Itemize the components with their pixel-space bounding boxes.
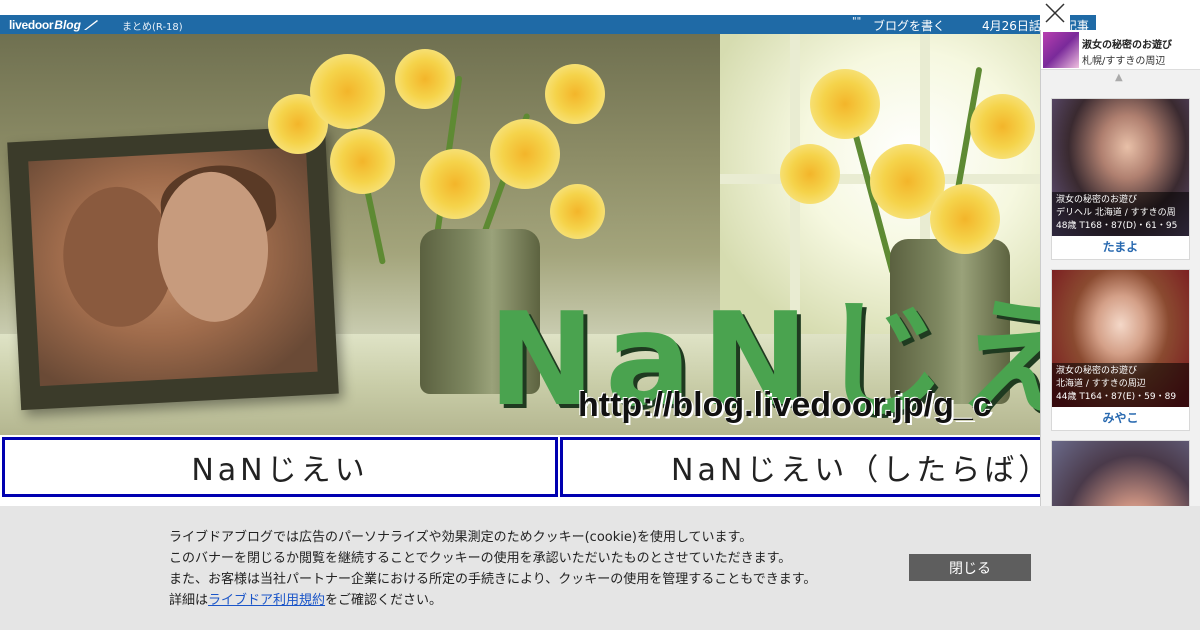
blog-header-banner[interactable]: NaNじえ http://blog.livedoor.jp/g_c xyxy=(0,34,1040,435)
daffodil xyxy=(490,119,560,189)
daffodil xyxy=(970,94,1035,159)
ad-card-shop: 淑女の秘密のお遊び xyxy=(1056,195,1138,205)
ad-card-photo xyxy=(1052,441,1189,506)
ad-shop-name: 淑女の秘密のお遊び xyxy=(1082,40,1172,51)
ad-card-stats: 44歳 T164・87(E)・59・89 xyxy=(1056,392,1177,402)
daffodil xyxy=(780,144,840,204)
write-blog-link[interactable]: ブログを書く xyxy=(873,17,945,34)
daffodil xyxy=(545,64,605,124)
livedoor-topbar: livedoor Blog まとめ(R-18) "" ブログを書く 4月26日話… xyxy=(0,15,1096,34)
cookie-details-prefix: 詳細は xyxy=(169,593,209,608)
ad-card-area: デリヘル 北海道 / すすきの周 xyxy=(1056,208,1176,218)
cookie-close-button[interactable]: 閉じる xyxy=(909,554,1031,581)
close-icon xyxy=(1045,3,1065,23)
matome-r18-link[interactable]: まとめ(R-18) xyxy=(122,18,183,33)
ad-card-area: 北海道 / すすきの周辺 xyxy=(1056,379,1146,389)
livedoor-blog-logo[interactable]: livedoor Blog xyxy=(9,16,99,33)
ad-card-shop: 淑女の秘密のお遊び xyxy=(1056,366,1138,376)
daffodil xyxy=(310,54,385,129)
ad-card-name[interactable]: みやこ xyxy=(1052,409,1189,426)
ad-card-info: 淑女の秘密のお遊び デリヘル 北海道 / すすきの周 48歳 T168・87(D… xyxy=(1052,192,1189,236)
ad-header[interactable]: 淑女の秘密のお遊び 札幌/すすきの周辺 xyxy=(1041,30,1200,70)
pen-icon xyxy=(83,19,98,30)
ad-area: 札幌/すすきの周辺 xyxy=(1082,56,1166,67)
ad-thumbnail xyxy=(1043,32,1079,68)
logo-sub: Blog xyxy=(54,17,81,32)
cookie-notice-text: ライブドアブログでは広告のパーソナライズや効果測定のためクッキー(cookie)… xyxy=(169,527,816,611)
blog-url: http://blog.livedoor.jp/g_c xyxy=(578,386,992,424)
link-label: NaNじえい（したらば） xyxy=(671,453,1053,488)
daffodil xyxy=(395,49,455,109)
cookie-line: ライブドアブログでは広告のパーソナライズや効果測定のためクッキー(cookie)… xyxy=(169,530,753,545)
cookie-line: このバナーを閉じるか閲覧を継続することでクッキーの使用を承認いただいたものとさせ… xyxy=(169,551,792,566)
ad-card-stats: 48歳 T168・87(D)・61・95 xyxy=(1056,221,1178,231)
ad-card-name[interactable]: たまよ xyxy=(1052,238,1189,255)
couple-photo xyxy=(28,146,318,387)
nanjei-link-box[interactable]: NaNじえい xyxy=(2,437,558,497)
cookie-line: 詳細はライブドア利用規約をご確認ください。 xyxy=(169,590,816,611)
daffodil xyxy=(810,69,880,139)
daffodil xyxy=(330,129,395,194)
ad-card[interactable]: 淑女の秘密のお遊び デリヘル 北海道 / すすきの周 48歳 T168・87(D… xyxy=(1051,98,1190,260)
ad-close-button[interactable] xyxy=(1040,0,1070,30)
cookie-consent-banner: ライブドアブログでは広告のパーソナライズや効果測定のためクッキー(cookie)… xyxy=(0,506,1200,630)
daffodil xyxy=(550,184,605,239)
photo-frame xyxy=(7,125,339,411)
daffodil xyxy=(930,184,1000,254)
logo-text: livedoor xyxy=(9,17,54,32)
daffodil xyxy=(420,149,490,219)
link-label: NaNじえい xyxy=(191,453,369,488)
terms-of-use-link[interactable]: ライブドア利用規約 xyxy=(208,593,325,608)
ad-sidebar: 淑女の秘密のお遊び 札幌/すすきの周辺 ▲ 淑女の秘密のお遊び デリヘル 北海道… xyxy=(1040,30,1200,506)
quote-mark: "" xyxy=(852,16,862,27)
cookie-details-suffix: をご確認ください。 xyxy=(325,593,443,608)
scroll-up-arrow-icon[interactable]: ▲ xyxy=(1115,72,1123,83)
ad-card-info: 淑女の秘密のお遊び 北海道 / すすきの周辺 44歳 T164・87(E)・59… xyxy=(1052,363,1189,407)
ad-card[interactable]: 淑女の秘密のお遊び 北海道 / すすきの周辺 44歳 T164・87(E)・59… xyxy=(1051,269,1190,431)
cookie-line: また、お客様は当社パートナー企業における所定の手続きにより、クッキーの使用を管理… xyxy=(169,572,817,587)
ad-card[interactable] xyxy=(1051,440,1190,506)
nanjei-shitaraba-link-box[interactable]: NaNじえい（したらば） xyxy=(560,437,1050,497)
